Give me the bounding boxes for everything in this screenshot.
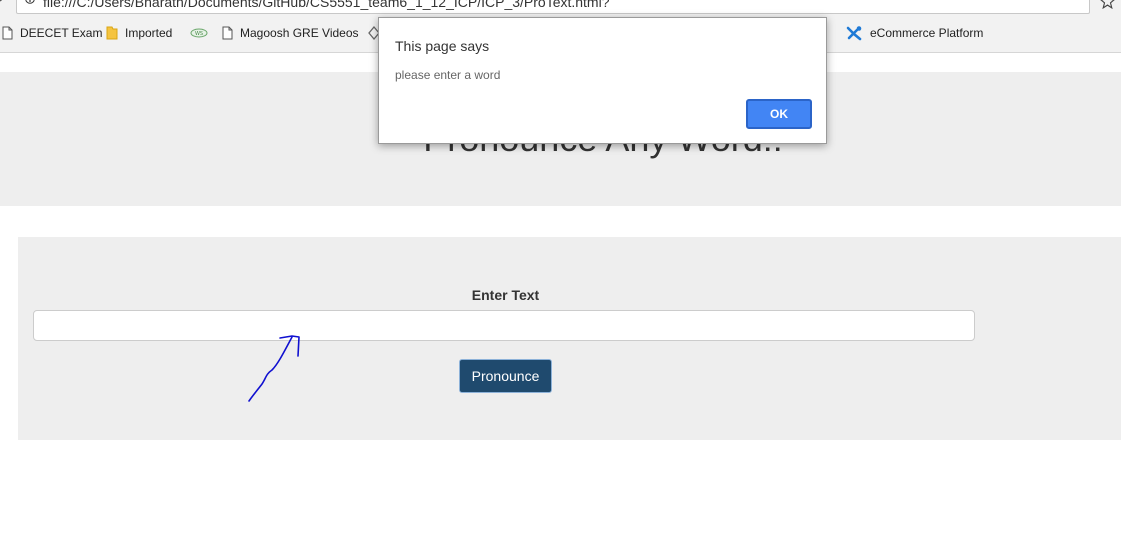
browser-window: file:///C:/Users/Bharath/Documents/GitHu… bbox=[0, 0, 1121, 544]
web-icon: WS bbox=[190, 28, 208, 38]
bookmark-label: Imported bbox=[125, 26, 173, 40]
bookmark-label: DEECET Exam bbox=[20, 26, 103, 40]
alert-message: please enter a word bbox=[395, 68, 501, 82]
bookmark-deecet-exam[interactable]: DEECET Exam bbox=[2, 25, 102, 41]
bookmark-label: eCommerce Platform bbox=[870, 26, 984, 40]
svg-text:WS: WS bbox=[195, 31, 203, 37]
info-icon[interactable] bbox=[25, 0, 35, 4]
annotation-arrow-icon bbox=[248, 335, 300, 402]
alert-title: This page says bbox=[395, 38, 490, 54]
form-panel: Enter Text Pronounce bbox=[18, 237, 1121, 440]
bookmark-star-icon[interactable] bbox=[1100, 0, 1115, 9]
bookmark-magoosh[interactable]: WS Magoosh GRE Videos bbox=[190, 25, 359, 41]
ecommerce-icon bbox=[846, 26, 862, 41]
page-icon bbox=[2, 26, 13, 40]
ok-button[interactable]: OK bbox=[746, 99, 812, 129]
folder-icon bbox=[106, 26, 118, 40]
bookmark-ecommerce[interactable]: eCommerce Platform bbox=[846, 25, 983, 41]
bookmark-label: Magoosh GRE Videos bbox=[240, 26, 359, 40]
word-input[interactable] bbox=[33, 310, 975, 341]
pronounce-button[interactable]: Pronounce bbox=[459, 359, 552, 393]
alert-dialog: This page says please enter a word OK bbox=[378, 17, 827, 144]
url-text[interactable]: file:///C:/Users/Bharath/Documents/GitHu… bbox=[43, 0, 610, 10]
page-icon bbox=[222, 26, 233, 40]
bookmark-imported[interactable]: Imported bbox=[106, 25, 172, 41]
back-arrow-icon[interactable] bbox=[0, 0, 6, 6]
address-bar: file:///C:/Users/Bharath/Documents/GitHu… bbox=[0, 0, 1121, 14]
enter-text-label: Enter Text bbox=[471, 287, 540, 303]
